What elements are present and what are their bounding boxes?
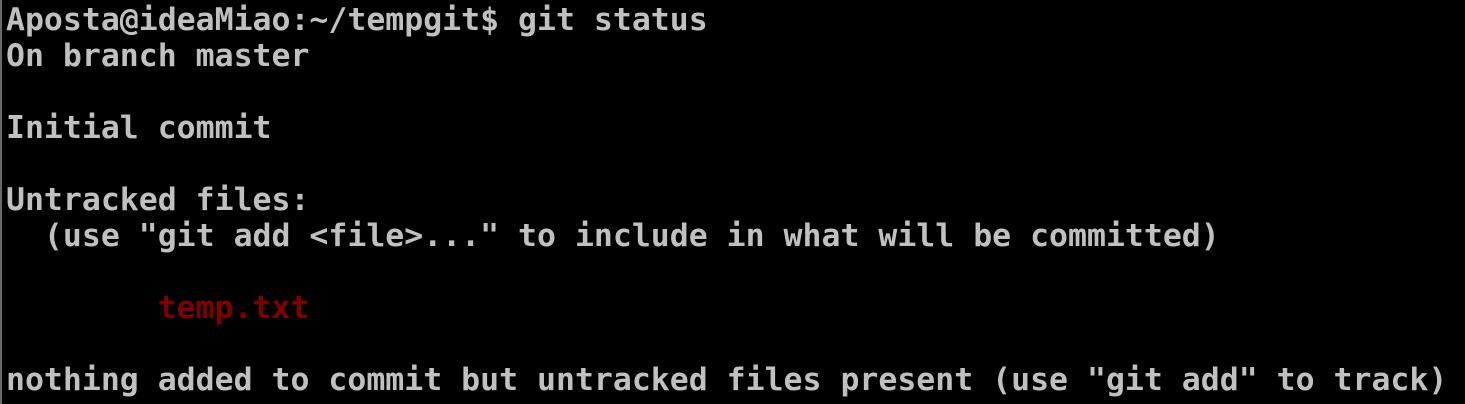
prompt: Aposta@ideaMiao:~/tempgit$ — [6, 2, 519, 38]
untracked-file-line: temp.txt — [6, 290, 310, 326]
output-line-untracked-header: Untracked files: — [6, 182, 310, 218]
command-text: git status — [518, 2, 708, 38]
output-line-add-hint: (use "git add <file>..." to include in w… — [6, 218, 1220, 254]
terminal-window[interactable]: Aposta@ideaMiao:~/tempgit$ git status On… — [0, 0, 1465, 404]
untracked-file-name: temp.txt — [157, 290, 310, 326]
prompt-line: Aposta@ideaMiao:~/tempgit$ git status — [6, 2, 708, 38]
untracked-indent — [6, 290, 158, 326]
output-line-initial-commit: Initial commit — [6, 110, 272, 146]
output-line-nothing-added: nothing added to commit but untracked fi… — [6, 362, 1448, 398]
output-line-branch: On branch master — [6, 38, 310, 74]
